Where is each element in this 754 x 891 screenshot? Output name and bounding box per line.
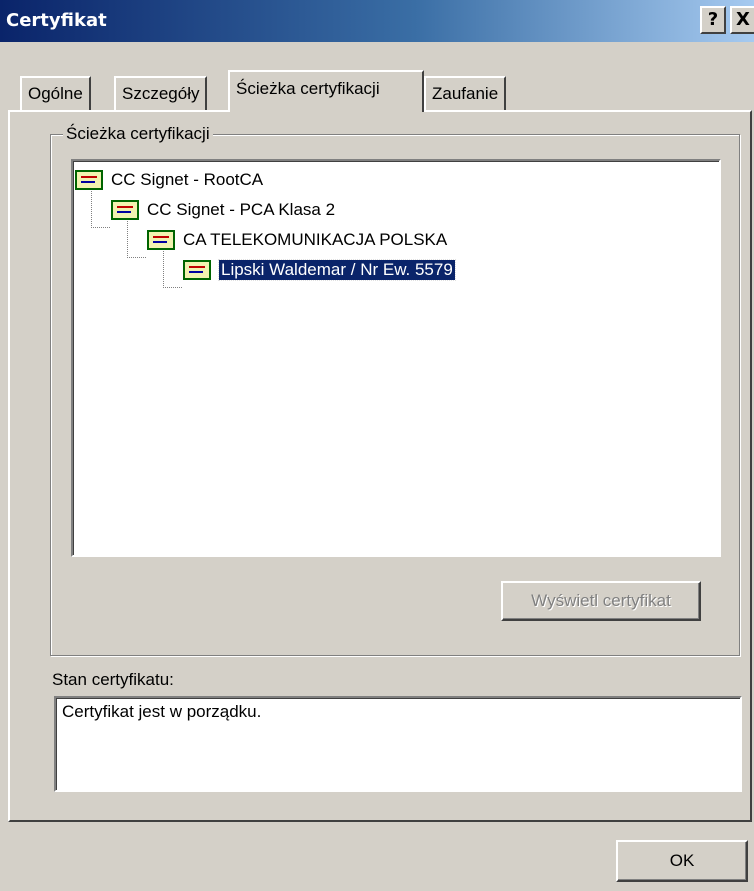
tab-page: Ścieżka certyfikacji CC Signet - RootCA … — [8, 110, 752, 822]
tree-node-label: Lipski Waldemar / Nr Ew. 5579 — [218, 259, 456, 281]
group-label: Ścieżka certyfikacji — [63, 124, 213, 144]
tree-node-pca[interactable]: CC Signet - PCA Klasa 2 — [111, 197, 335, 223]
certification-path-group: Ścieżka certyfikacji CC Signet - RootCA … — [50, 124, 740, 656]
tab-trust[interactable]: Zaufanie — [424, 76, 507, 110]
certificate-icon — [147, 230, 175, 250]
ok-button[interactable]: OK — [616, 840, 748, 882]
tree-node-label: CC Signet - RootCA — [111, 170, 264, 189]
tree-connector — [127, 217, 146, 258]
certificate-icon — [75, 170, 103, 190]
status-text-box[interactable]: Certyfikat jest w porządku. — [54, 696, 742, 792]
title-bar: Certyfikat ? X — [0, 0, 754, 42]
view-certificate-button[interactable]: Wyświetl certyfikat — [501, 581, 701, 621]
window-title: Certyfikat — [6, 10, 107, 31]
tab-general[interactable]: Ogólne — [20, 76, 91, 110]
tree-node-label: CC Signet - PCA Klasa 2 — [147, 200, 336, 219]
tab-details[interactable]: Szczegóły — [114, 76, 208, 110]
tree-connector — [91, 187, 110, 228]
certificate-icon — [111, 200, 139, 220]
status-text: Certyfikat jest w porządku. — [62, 702, 262, 721]
tree-node-root[interactable]: CC Signet - RootCA — [75, 167, 263, 193]
help-button[interactable]: ? — [700, 6, 726, 34]
close-button[interactable]: X — [730, 6, 754, 34]
tree-node-ca[interactable]: CA TELEKOMUNIKACJA POLSKA — [147, 227, 447, 253]
certification-tree[interactable]: CC Signet - RootCA CC Signet - PCA Klasa… — [71, 159, 721, 557]
tree-node-user[interactable]: Lipski Waldemar / Nr Ew. 5579 — [183, 257, 456, 283]
tab-certification-path[interactable]: Ścieżka certyfikacji — [228, 70, 424, 112]
tree-connector — [163, 247, 182, 288]
status-label: Stan certyfikatu: — [52, 670, 174, 689]
certificate-icon — [183, 260, 211, 280]
tree-node-label: CA TELEKOMUNIKACJA POLSKA — [183, 230, 448, 249]
